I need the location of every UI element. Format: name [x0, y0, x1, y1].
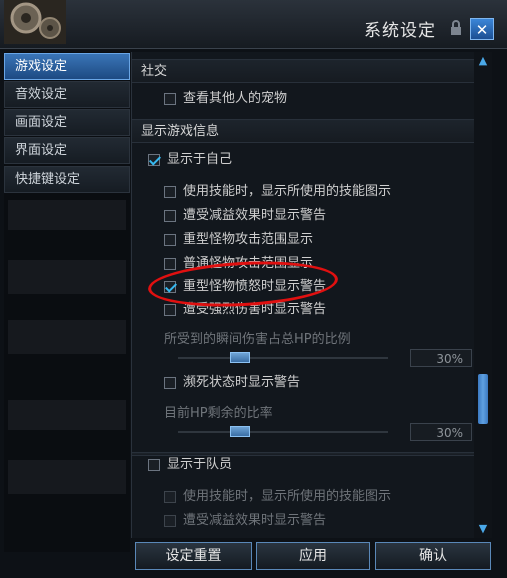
close-button[interactable]: ✕: [470, 18, 494, 40]
scroll-down-icon[interactable]: ▼: [475, 522, 491, 536]
checkbox[interactable]: [164, 377, 176, 389]
tab-hotkey-settings[interactable]: 快捷键设定: [4, 166, 130, 193]
checkbox-disabled[interactable]: [164, 515, 176, 527]
scroll-up-icon[interactable]: ▲: [475, 54, 491, 68]
damage-ratio-slider-track[interactable]: [178, 357, 388, 359]
tab-sound-settings[interactable]: 音效设定: [4, 81, 130, 108]
reset-button[interactable]: 设定重置: [135, 542, 252, 570]
section-display-info: 显示游戏信息: [132, 119, 474, 143]
scrollbar-thumb[interactable]: [478, 374, 488, 424]
scrollbar[interactable]: ▲ ▼: [474, 52, 492, 538]
damage-ratio-value: 30%: [410, 349, 472, 367]
hp-ratio-value: 30%: [410, 423, 472, 441]
window-title: 系统设定: [364, 21, 436, 41]
checkbox[interactable]: [164, 234, 176, 246]
apply-button[interactable]: 应用: [256, 542, 370, 570]
checkbox-disabled[interactable]: [164, 491, 176, 503]
checkbox[interactable]: [148, 459, 160, 471]
tab-graphics-settings[interactable]: 画面设定: [4, 109, 130, 136]
checkbox-checked[interactable]: [148, 154, 160, 166]
damage-ratio-label: 所受到的瞬间伤害占总HP的比例: [164, 332, 351, 347]
hp-ratio-label: 目前HP剩余的比率: [164, 406, 273, 421]
checkbox[interactable]: [164, 210, 176, 222]
tab-game-settings[interactable]: 游戏设定: [4, 53, 130, 80]
checkbox-checked[interactable]: [164, 281, 176, 293]
hp-ratio-slider-track[interactable]: [178, 431, 388, 433]
confirm-button[interactable]: 确认: [375, 542, 491, 570]
checkbox[interactable]: [164, 304, 176, 316]
checkbox[interactable]: [164, 258, 176, 270]
background-ui-ghost: [8, 200, 126, 494]
damage-ratio-slider-thumb[interactable]: [230, 352, 250, 363]
section-social: 社交: [132, 59, 474, 83]
hp-ratio-slider-thumb[interactable]: [230, 426, 250, 437]
title-bar[interactable]: 系统设定 ✕: [0, 0, 507, 49]
gear-emblem-icon: [4, 0, 66, 44]
settings-content[interactable]: 社交 查看其他人的宠物 显示游戏信息 显示于自己 使用技能时，显示所使用的技能图…: [131, 52, 474, 538]
lock-icon[interactable]: [448, 20, 464, 36]
checkbox[interactable]: [164, 186, 176, 198]
checkbox[interactable]: [164, 93, 176, 105]
tab-interface-settings[interactable]: 界面设定: [4, 137, 130, 164]
